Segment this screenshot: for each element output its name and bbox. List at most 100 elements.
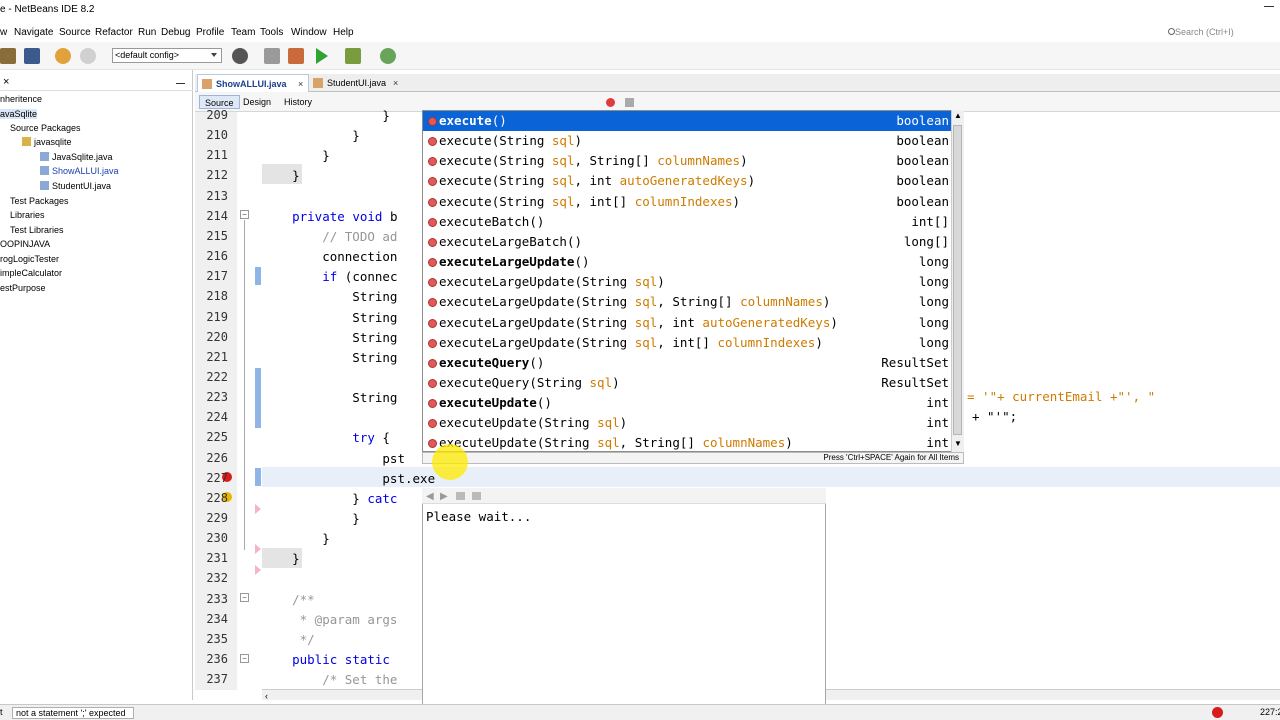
clean-build-icon[interactable] [288, 48, 304, 64]
code-line[interactable]: } [262, 531, 330, 546]
tab-showallui[interactable]: ShowALLUI.java × [197, 74, 309, 92]
menu-profile[interactable]: Profile [196, 27, 224, 38]
code-line[interactable]: } [262, 168, 300, 183]
code-line[interactable]: pst.exe [262, 471, 435, 486]
menu-debug[interactable]: Debug [161, 27, 190, 38]
completion-item[interactable]: execute(String sql, int autoGeneratedKey… [423, 171, 951, 191]
code-line[interactable]: public static [262, 652, 390, 667]
fold-toggle[interactable]: − [240, 654, 249, 663]
code-line[interactable]: String [262, 350, 397, 365]
menu-run[interactable]: Run [138, 27, 156, 38]
error-icon[interactable] [1212, 707, 1223, 718]
stop-macro-icon[interactable] [625, 98, 634, 107]
code-line[interactable]: /** [262, 592, 315, 607]
completion-item[interactable]: executeLargeUpdate(String sql, int autoG… [423, 313, 951, 333]
menu-refactor[interactable]: Refactor [95, 27, 133, 38]
code-line[interactable]: try { [262, 430, 390, 445]
code-line[interactable]: private void b [262, 209, 397, 224]
completion-item[interactable]: execute() boolean [423, 111, 951, 131]
code-line[interactable]: /* Set the [262, 672, 397, 687]
code-line[interactable]: String [262, 289, 397, 304]
completion-item[interactable]: executeLargeBatch() long[] [423, 232, 951, 252]
config-select[interactable]: <default config> [112, 48, 222, 63]
menu-navigate[interactable]: Navigate [14, 27, 53, 38]
completion-scroll-thumb[interactable] [953, 125, 962, 435]
tree-item[interactable]: rogLogicTester [0, 254, 59, 264]
tab-design[interactable]: Design [238, 95, 276, 109]
code-line[interactable]: * @param args [262, 612, 398, 627]
code-line[interactable]: } [262, 148, 330, 163]
tree-item[interactable]: JavaSqlite.java [40, 152, 113, 162]
code-line[interactable]: if (connec [262, 269, 397, 284]
forward-icon[interactable]: ▶ [440, 491, 448, 502]
minimize-button[interactable] [1264, 6, 1274, 7]
code-line[interactable]: */ [262, 632, 315, 647]
tree-item[interactable]: estPurpose [0, 283, 46, 293]
code-completion-popup[interactable]: execute() boolean execute(String sql) boole… [422, 110, 964, 452]
open-browser-icon[interactable] [472, 492, 481, 500]
tree-item[interactable]: ShowALLUI.java [40, 166, 119, 176]
tree-item[interactable]: OOPINJAVA [0, 239, 50, 249]
close-icon[interactable]: × [298, 75, 303, 93]
completion-item[interactable]: executeUpdate(String sql) int [423, 413, 951, 433]
code-line[interactable]: } catc [262, 491, 397, 506]
undo-icon[interactable] [55, 48, 71, 64]
open-source-icon[interactable] [456, 492, 465, 500]
run-icon[interactable] [316, 48, 328, 64]
menu-view[interactable]: w [0, 27, 7, 38]
scroll-up-icon[interactable]: ▲ [954, 111, 962, 120]
completion-item[interactable]: execute(String sql, String[] columnNames… [423, 151, 951, 171]
tab-history[interactable]: History [279, 95, 317, 109]
tree-item[interactable]: javasqlite [22, 137, 72, 147]
tab-source[interactable]: Source [199, 95, 240, 109]
scroll-down-icon[interactable]: ▼ [954, 439, 962, 448]
completion-item[interactable]: executeLargeUpdate(String sql, String[] … [423, 292, 951, 312]
scroll-left-icon[interactable]: ‹ [265, 691, 268, 701]
record-macro-icon[interactable] [606, 98, 615, 107]
completion-item[interactable]: execute(String sql, int[] columnIndexes)… [423, 192, 951, 212]
code-line[interactable]: connection [262, 249, 397, 264]
menu-help[interactable]: Help [333, 27, 354, 38]
tree-item[interactable]: impleCalculator [0, 268, 62, 278]
search-input[interactable]: Search (Ctrl+I) [1175, 25, 1280, 39]
tree-item[interactable]: Test Libraries [10, 225, 64, 235]
completion-item[interactable]: executeUpdate() int [423, 393, 951, 413]
tree-item[interactable]: Source Packages [10, 123, 81, 133]
fold-toggle[interactable]: − [240, 593, 249, 602]
code-line[interactable]: String [262, 330, 397, 345]
close-icon[interactable]: × [393, 74, 398, 92]
menu-window[interactable]: Window [291, 27, 327, 38]
code-line[interactable]: } [262, 551, 300, 566]
redo-icon[interactable] [80, 48, 96, 64]
completion-item[interactable]: executeLargeUpdate(String sql, int[] col… [423, 333, 951, 353]
debug-icon[interactable] [345, 48, 361, 64]
back-icon[interactable]: ◀ [426, 491, 434, 502]
profile-icon[interactable] [380, 48, 396, 64]
completion-item[interactable]: executeUpdate(String sql, String[] colum… [423, 433, 951, 453]
globe-icon[interactable] [232, 48, 248, 64]
tab-studentui[interactable]: StudentUI.java × [309, 74, 406, 92]
tree-item[interactable]: Libraries [10, 210, 45, 220]
menu-source[interactable]: Source [59, 27, 91, 38]
code-line[interactable]: String [262, 310, 397, 325]
completion-item[interactable]: executeQuery(String sql) ResultSet [423, 373, 951, 393]
menu-tools[interactable]: Tools [260, 27, 283, 38]
completion-item[interactable]: executeLargeUpdate(String sql) long [423, 272, 951, 292]
save-all-icon[interactable] [24, 48, 40, 64]
tree-item[interactable]: StudentUI.java [40, 181, 111, 191]
build-icon[interactable] [264, 48, 280, 64]
code-line[interactable]: } [262, 108, 390, 123]
new-project-icon[interactable] [0, 48, 16, 64]
code-line[interactable]: } [262, 511, 360, 526]
completion-item[interactable]: executeLargeUpdate() long [423, 252, 951, 272]
completion-item[interactable]: execute(String sql) boolean [423, 131, 951, 151]
completion-item[interactable]: executeBatch() int[] [423, 212, 951, 232]
completion-item[interactable]: executeQuery() ResultSet [423, 353, 951, 373]
code-line[interactable]: pst [262, 451, 405, 466]
fold-toggle[interactable]: − [240, 210, 249, 219]
code-line[interactable]: // TODO ad [262, 229, 397, 244]
code-line[interactable]: } [262, 128, 360, 143]
tree-item[interactable]: Test Packages [10, 196, 69, 206]
code-line[interactable]: String [262, 390, 397, 405]
menu-team[interactable]: Team [231, 27, 255, 38]
